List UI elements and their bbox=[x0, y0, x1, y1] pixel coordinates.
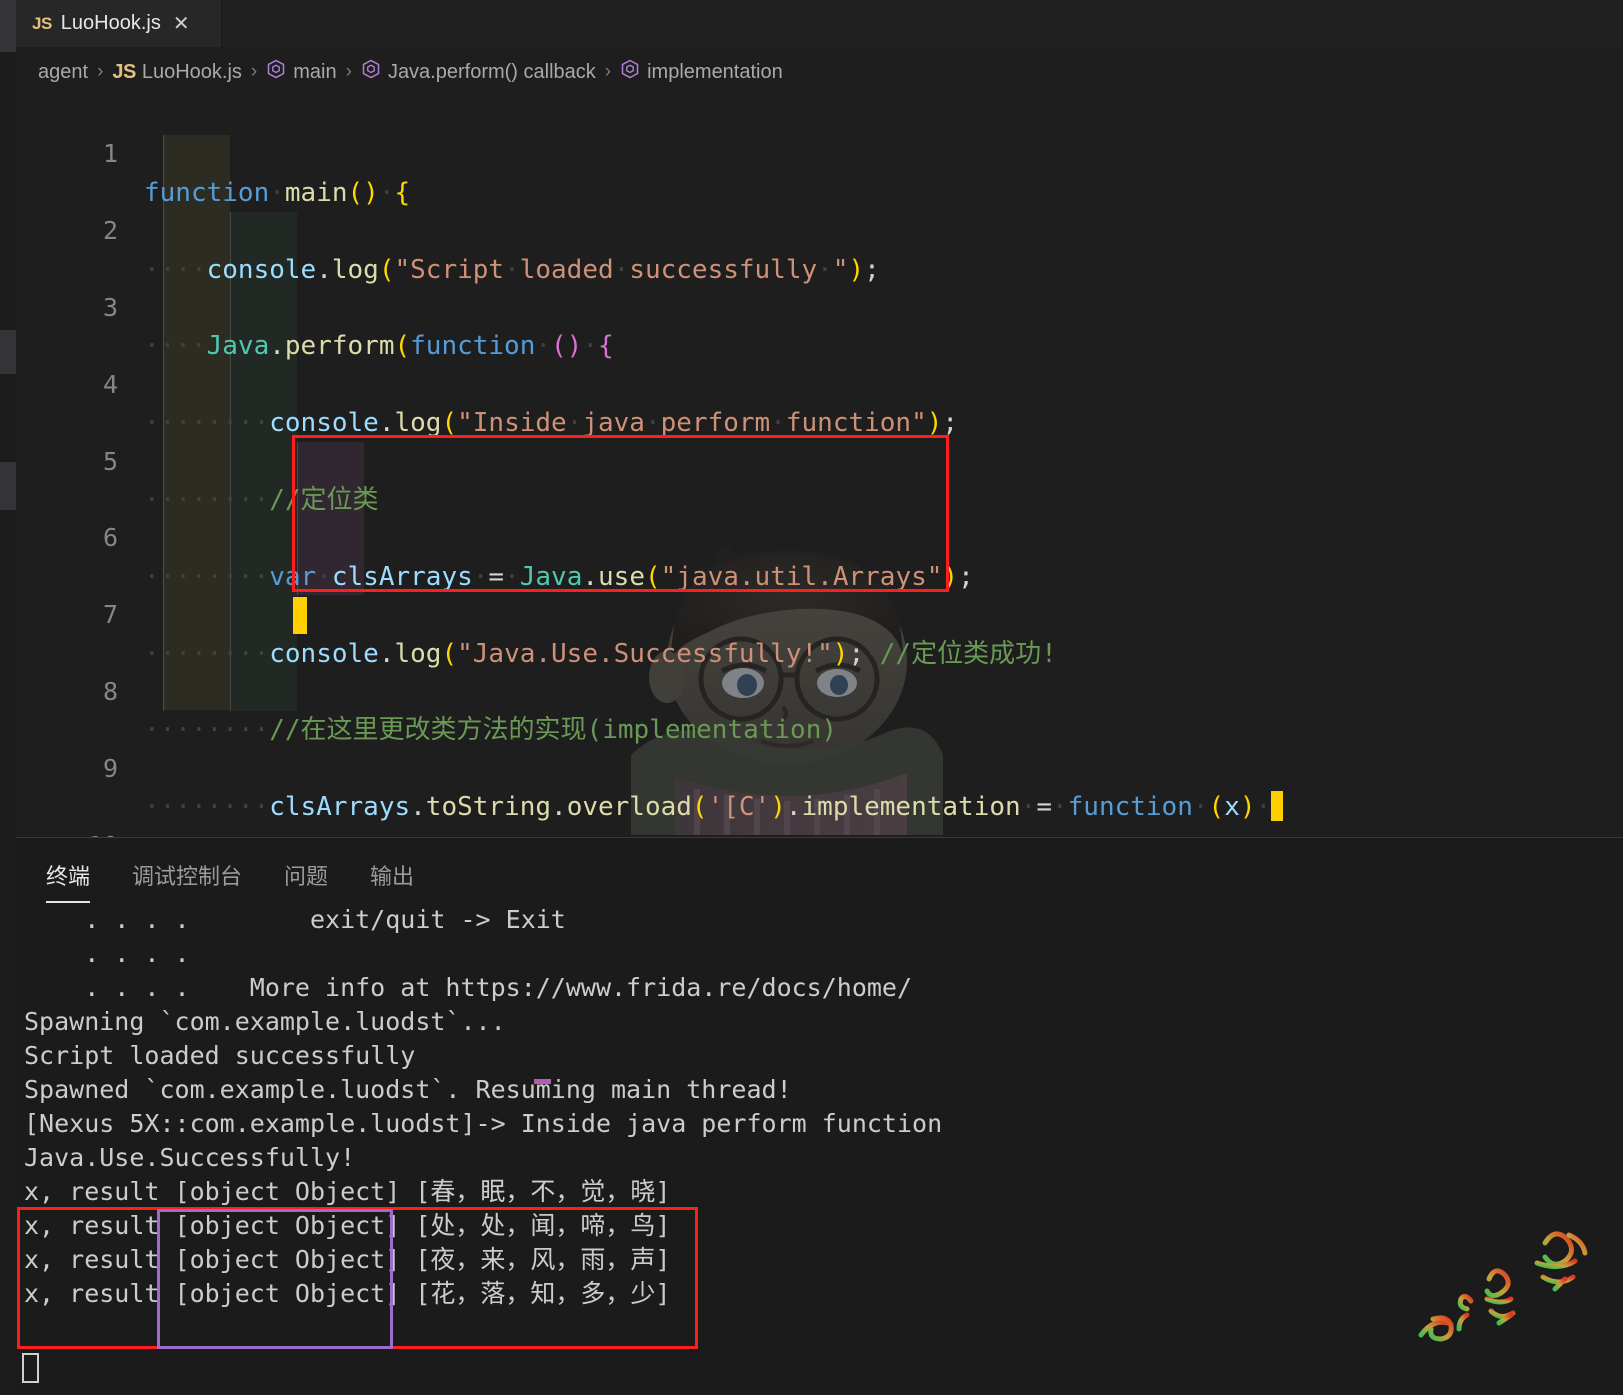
tab-problems[interactable]: 问题 bbox=[284, 859, 328, 891]
tab-terminal[interactable]: 终端 bbox=[46, 859, 90, 891]
breadcrumb-separator-icon: › bbox=[251, 61, 257, 83]
js-file-icon: JS bbox=[32, 14, 52, 34]
tab-label: 调试控制台 bbox=[132, 864, 242, 889]
terminal-line: Script loaded successfully bbox=[24, 1039, 1623, 1073]
code-line[interactable]: 3 ····Java.perform(function·()·{ bbox=[16, 251, 1623, 289]
terminal-line: . . . . exit/quit -> Exit bbox=[24, 903, 1623, 937]
terminal-line: Spawned `com.example.luodst`. Resuming m… bbox=[24, 1073, 1623, 1107]
line-number: 8 bbox=[16, 673, 118, 711]
terminal-line: . . . . bbox=[24, 937, 1623, 971]
breadcrumb-label: agent bbox=[38, 61, 88, 84]
breadcrumb-item-file[interactable]: JS LuoHook.js bbox=[112, 61, 242, 84]
terminal-cursor bbox=[22, 1353, 39, 1383]
line-number: 9 bbox=[16, 750, 118, 788]
line-number: 10 bbox=[16, 827, 118, 837]
line-number: 6 bbox=[16, 519, 118, 557]
text-cursor-secondary bbox=[293, 597, 307, 634]
bottom-panel: 终端 调试控制台 问题 输出 . . . . exit/quit -> Exit… bbox=[16, 837, 1623, 1395]
code-line[interactable]: 1 function·main()·{ bbox=[16, 97, 1623, 135]
breadcrumb-separator-icon: › bbox=[346, 61, 352, 83]
code-line[interactable]: 6 ········var·clsArrays·=·Java.use("java… bbox=[16, 481, 1623, 519]
line-number: 2 bbox=[16, 212, 118, 250]
strip-blip-top bbox=[0, 0, 16, 52]
activity-bar-strip bbox=[0, 0, 16, 1395]
js-file-icon: JS bbox=[112, 61, 135, 84]
panel-divider bbox=[16, 837, 1623, 838]
close-icon[interactable]: ✕ bbox=[173, 14, 190, 34]
breadcrumb-label: LuoHook.js bbox=[142, 61, 242, 84]
code-line[interactable]: 7 ········console.log("Java.Use.Successf… bbox=[16, 558, 1623, 596]
line-number: 3 bbox=[16, 289, 118, 327]
breadcrumb-item-agent[interactable]: agent bbox=[38, 61, 88, 84]
terminal-line: Spawning `com.example.luodst`... bbox=[24, 1005, 1623, 1039]
breadcrumb-label: main bbox=[293, 61, 336, 84]
breadcrumb-label: Java.perform() callback bbox=[388, 61, 596, 84]
editor-tab-label: LuoHook.js bbox=[61, 12, 161, 35]
panel-tab-list: 终端 调试控制台 问题 输出 bbox=[16, 851, 456, 899]
terminal-line: x, result [object Object] [处，处，闻，啼，鸟] bbox=[24, 1209, 1623, 1243]
code-line[interactable]: 2 ····console.log("Script·loaded·success… bbox=[16, 174, 1623, 212]
code-line[interactable]: 10 ············var·result·=·this.toStrin… bbox=[16, 788, 1623, 826]
breadcrumb-item-java-perform-callback[interactable]: Java.perform() callback bbox=[361, 58, 596, 86]
terminal-selection-mark bbox=[534, 1079, 551, 1084]
code-line-cursor[interactable]: 9 ········clsArrays.toString.overload('[… bbox=[16, 711, 1623, 749]
line-number: 7 bbox=[16, 596, 118, 634]
terminal-line: Java.Use.Successfully! bbox=[24, 1141, 1623, 1175]
terminal-line: x, result [object Object] [花，落，知，多，少] bbox=[24, 1277, 1623, 1311]
tab-label: 问题 bbox=[284, 864, 328, 889]
breadcrumb-separator-icon: › bbox=[605, 61, 611, 83]
line-number: 1 bbox=[16, 135, 118, 173]
code-line[interactable]: 8 ········//在这里更改类方法的实现(implementation) bbox=[16, 635, 1623, 673]
code-line[interactable]: 4 ········console.log("Inside·java·perfo… bbox=[16, 327, 1623, 365]
symbol-method-icon bbox=[266, 58, 286, 86]
terminal-line: . . . . More info at https://www.frida.r… bbox=[24, 971, 1623, 1005]
breadcrumb: agent › JS LuoHook.js › main › Java.perf… bbox=[16, 47, 1623, 97]
symbol-method-icon bbox=[620, 58, 640, 86]
tab-debug-console[interactable]: 调试控制台 bbox=[132, 859, 242, 891]
breadcrumb-separator-icon: › bbox=[97, 61, 103, 83]
terminal-output[interactable]: . . . . exit/quit -> Exit . . . . . . . … bbox=[16, 903, 1623, 1395]
terminal-line: [Nexus 5X::com.example.luodst]-> Inside … bbox=[24, 1107, 1623, 1141]
strip-blip-mid bbox=[0, 330, 16, 374]
tab-label: 终端 bbox=[46, 864, 90, 889]
tab-output[interactable]: 输出 bbox=[370, 859, 414, 891]
breadcrumb-item-implementation[interactable]: implementation bbox=[620, 58, 783, 86]
line-number: 5 bbox=[16, 443, 118, 481]
symbol-method-icon bbox=[361, 58, 381, 86]
breadcrumb-item-main[interactable]: main bbox=[266, 58, 336, 86]
terminal-line: x, result [object Object] [夜，来，风，雨，声] bbox=[24, 1243, 1623, 1277]
code-line[interactable]: 5 ········//定位类 bbox=[16, 404, 1623, 442]
breadcrumb-label: implementation bbox=[647, 61, 783, 84]
code-lines[interactable]: 1 function·main()·{ 2 ····console.log("S… bbox=[16, 97, 1623, 788]
tab-label: 输出 bbox=[370, 864, 414, 889]
code-editor[interactable]: 1 function·main()·{ 2 ····console.log("S… bbox=[16, 97, 1623, 837]
editor-tab-bar: JS LuoHook.js ✕ bbox=[16, 0, 1623, 47]
vscode-window: JS LuoHook.js ✕ agent › JS LuoHook.js › … bbox=[0, 0, 1623, 1395]
editor-tab-luohook-js[interactable]: JS LuoHook.js ✕ bbox=[16, 0, 222, 47]
line-number: 4 bbox=[16, 366, 118, 404]
terminal-line: x, result [object Object] [春，眠，不，觉，晓] bbox=[24, 1175, 1623, 1209]
strip-blip-low bbox=[0, 462, 16, 510]
